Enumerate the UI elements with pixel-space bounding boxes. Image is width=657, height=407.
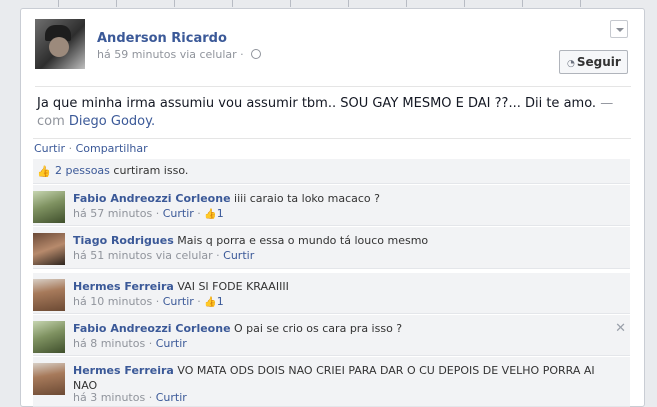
commenter-avatar[interactable] [33, 279, 65, 311]
comment-meta: há 57 minutos · Curtir · 👍1 [73, 207, 224, 220]
comment-body: Fabio Andreozzi Corleone iiii caraio ta … [73, 191, 613, 206]
chevron-down-icon [616, 28, 624, 32]
story-timestamp[interactable]: há 59 minutos via celular [97, 48, 237, 61]
comment: Hermes Ferreira VAI SI FODE KRAAIIII há … [33, 273, 630, 314]
comment-time[interactable]: há 57 minutos [73, 207, 152, 220]
action-separator: · [65, 142, 76, 155]
comment: Fabio Andreozzi Corleone O pai se crio o… [33, 315, 630, 356]
comment-meta: há 51 minutos via celular · Curtir [73, 249, 255, 262]
rss-icon: ◔ [567, 59, 575, 69]
commenter-name[interactable]: Tiago Rodrigues [73, 234, 174, 247]
story-actions: Curtir · Compartilhar [33, 138, 631, 158]
thumbs-up-icon: 👍 [37, 165, 51, 178]
comment-text: VAI SI FODE KRAAIIII [173, 280, 289, 293]
follow-button[interactable]: ◔ Seguir [559, 50, 628, 74]
comment-text: iiii caraio ta loko macaco ? [230, 192, 380, 205]
close-icon[interactable]: ✕ [615, 321, 626, 336]
story-menu-button[interactable] [610, 20, 628, 38]
story-card: Anderson Ricardo há 59 minutos via celul… [20, 8, 645, 407]
comment-like-link[interactable]: Curtir [156, 337, 187, 350]
feedback-panel: 👍 2 pessoas curtiram isso. Fabio Andreoz… [33, 159, 641, 407]
comment-text: Mais q porra e essa o mundo tá louco mes… [173, 234, 429, 247]
comment-like-link[interactable]: Curtir [223, 249, 254, 262]
comment-body: Tiago Rodrigues Mais q porra e essa o mu… [73, 233, 613, 248]
thumbs-up-icon: 👍 [204, 297, 217, 308]
likes-text: curtiram isso. [109, 164, 189, 177]
author-name[interactable]: Anderson Ricardo [97, 31, 227, 46]
comment-like-link[interactable]: Curtir [163, 295, 194, 308]
comment-like-count[interactable]: 1 [217, 295, 224, 308]
status-text: Ja que minha irma assumiu vou assumir tb… [37, 96, 597, 111]
commenter-avatar[interactable] [33, 191, 65, 223]
comment-meta: há 10 minutos · Curtir · 👍1 [73, 295, 224, 308]
comment-time[interactable]: há 10 minutos [73, 295, 152, 308]
comment: Hermes Ferreira VO MATA ODS DOIS NAO CRI… [33, 357, 630, 407]
author-avatar[interactable] [35, 19, 85, 69]
comment-body: Hermes Ferreira VAI SI FODE KRAAIIII [73, 279, 613, 294]
comment: Tiago Rodrigues Mais q porra e essa o mu… [33, 227, 630, 269]
commenter-name[interactable]: Hermes Ferreira [73, 364, 174, 377]
comment-time[interactable]: há 8 minutos [73, 337, 145, 350]
comment-time[interactable]: há 3 minutos [73, 391, 145, 404]
commenter-avatar[interactable] [33, 233, 65, 265]
header-divider [35, 86, 631, 87]
comment-like-link[interactable]: Curtir [156, 391, 187, 404]
commenter-name[interactable]: Hermes Ferreira [73, 280, 174, 293]
follow-label: Seguir [576, 55, 621, 69]
globe-icon[interactable] [251, 49, 262, 59]
comment-text: O pai se crio os cara pra isso ? [230, 322, 403, 335]
tagged-user-link[interactable]: Diego Godoy [69, 114, 151, 129]
comment-like-link[interactable]: Curtir [163, 207, 194, 220]
story-meta: há 59 minutos via celular · [97, 48, 262, 61]
commenter-avatar[interactable] [33, 321, 65, 353]
comment-meta: há 3 minutos · Curtir [73, 391, 187, 404]
share-link[interactable]: Compartilhar [76, 142, 148, 155]
likes-summary: 👍 2 pessoas curtiram isso. [33, 159, 630, 184]
commenter-name[interactable]: Fabio Andreozzi Corleone [73, 192, 231, 205]
comment-body: Fabio Andreozzi Corleone O pai se crio o… [73, 321, 613, 336]
likes-count-link[interactable]: 2 pessoas [55, 164, 110, 177]
thumbs-up-icon: 👍 [204, 209, 217, 220]
comment: Fabio Andreozzi Corleone iiii caraio ta … [33, 185, 630, 226]
tagged-suffix: . [150, 114, 156, 129]
comment-like-count[interactable]: 1 [217, 207, 224, 220]
middle-dot: · [240, 48, 248, 61]
comment-meta: há 8 minutos · Curtir [73, 337, 187, 350]
top-border-lines [0, 0, 657, 8]
commenter-name[interactable]: Fabio Andreozzi Corleone [73, 322, 231, 335]
commenter-avatar[interactable] [33, 363, 65, 395]
like-link[interactable]: Curtir [34, 142, 65, 155]
comment-time[interactable]: há 51 minutos via celular [73, 249, 213, 262]
status-message: Ja que minha irma assumiu vou assumir tb… [37, 95, 633, 131]
avatar-face-shape [49, 37, 69, 57]
comment-body: Hermes Ferreira VO MATA ODS DOIS NAO CRI… [73, 363, 613, 393]
